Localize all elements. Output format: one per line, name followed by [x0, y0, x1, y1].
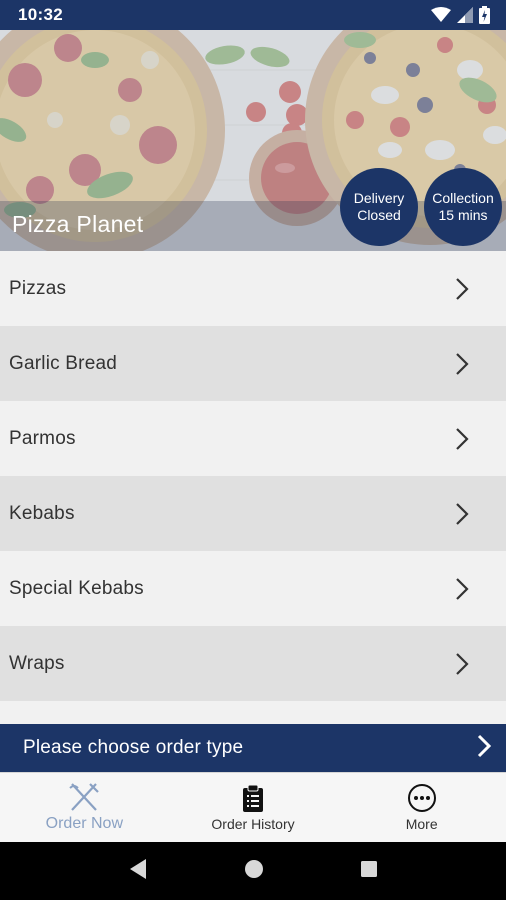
chevron-right-icon — [452, 576, 472, 602]
chevron-right-icon — [452, 426, 472, 452]
menu-item-wraps[interactable]: Wraps — [0, 626, 506, 701]
choose-order-type-bar[interactable]: Please choose order type — [0, 724, 506, 772]
signal-icon — [457, 7, 473, 23]
chevron-right-icon — [476, 734, 492, 763]
menu-item-label: Pizzas — [9, 277, 67, 299]
tab-label: More — [405, 816, 438, 832]
menu-item-label: Parmos — [9, 427, 76, 449]
menu-item-label: Kebabs — [9, 502, 75, 524]
restaurant-name: Pizza Planet — [12, 211, 144, 237]
menu-item-kebabs[interactable]: Kebabs — [0, 476, 506, 551]
delivery-badge-status: Closed — [357, 207, 401, 223]
system-navigation-bar — [0, 842, 506, 900]
tab-label: Order Now — [45, 815, 124, 832]
home-icon[interactable] — [244, 859, 264, 884]
fork-knife-icon — [68, 782, 100, 812]
menu-item-pizzas[interactable]: Pizzas — [0, 251, 506, 326]
chevron-right-icon — [452, 651, 472, 677]
chevron-right-icon — [452, 351, 472, 377]
recents-icon[interactable] — [360, 860, 378, 883]
wifi-icon — [431, 7, 451, 22]
delivery-status-badge[interactable]: Delivery Closed — [340, 168, 418, 246]
clipboard-icon — [242, 783, 264, 813]
menu-category-list: Pizzas Garlic Bread Parmos Kebabs Specia… — [0, 251, 506, 701]
back-icon[interactable] — [128, 858, 148, 885]
delivery-badge-title: Delivery — [353, 190, 405, 206]
menu-item-parmos[interactable]: Parmos — [0, 401, 506, 476]
menu-item-label: Special Kebabs — [9, 577, 144, 599]
chevron-right-icon — [452, 501, 472, 527]
status-icons — [431, 6, 490, 24]
menu-item-special-kebabs[interactable]: Special Kebabs — [0, 551, 506, 626]
tab-more[interactable]: More — [337, 773, 506, 842]
collection-badge-title: Collection — [432, 190, 494, 206]
status-time: 10:32 — [18, 5, 63, 24]
battery-icon — [479, 6, 490, 24]
status-bar: 10:32 — [0, 0, 506, 30]
menu-item-label: Garlic Bread — [9, 352, 117, 374]
chevron-right-icon — [452, 276, 472, 302]
menu-item-garlic-bread[interactable]: Garlic Bread — [0, 326, 506, 401]
hero-banner: Pizza Planet Delivery Closed Collection … — [0, 30, 506, 251]
menu-item-label: Wraps — [9, 652, 65, 674]
tab-order-history[interactable]: Order History — [169, 773, 338, 842]
tab-order-now[interactable]: Order Now — [0, 773, 169, 842]
more-icon — [407, 783, 437, 813]
tab-label: Order History — [211, 816, 295, 832]
bottom-tab-bar: Order Now Order History More — [0, 772, 506, 842]
collection-status-badge[interactable]: Collection 15 mins — [424, 168, 502, 246]
collection-badge-time: 15 mins — [438, 207, 488, 223]
order-type-label: Please choose order type — [23, 737, 244, 758]
